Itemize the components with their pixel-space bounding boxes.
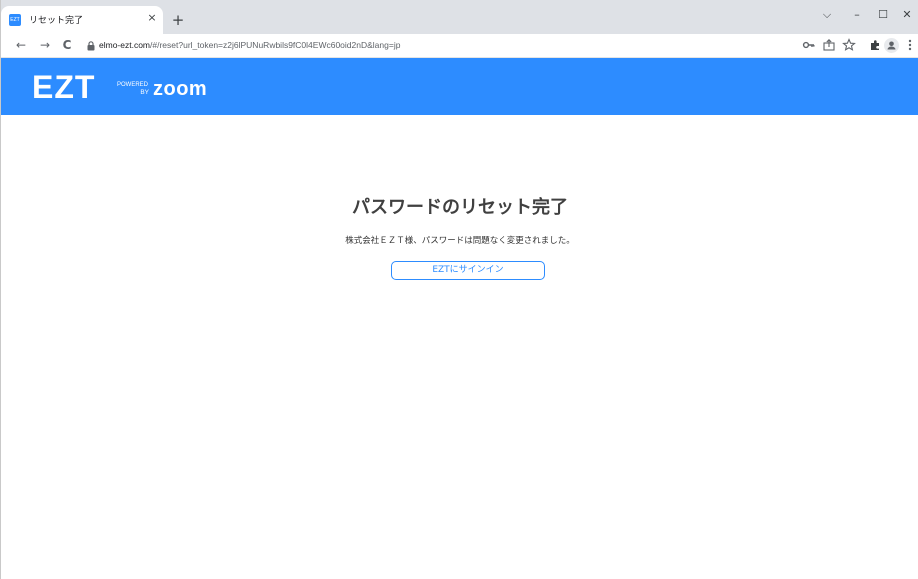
tab-close-icon[interactable]: × xyxy=(145,11,159,25)
key-icon[interactable] xyxy=(801,37,817,53)
tab-strip: EZT リセット完了 × + ⌵ – ☐ ✕ xyxy=(1,0,918,34)
favicon-icon: EZT xyxy=(9,14,21,26)
menu-icon[interactable] xyxy=(905,37,915,53)
forward-button[interactable]: → xyxy=(37,37,53,53)
close-window-button[interactable]: ✕ xyxy=(897,7,917,23)
new-tab-button[interactable]: + xyxy=(169,12,187,30)
signin-button[interactable]: EZTにサインイン xyxy=(391,261,545,280)
powered-text: POWERED xyxy=(117,82,149,88)
lock-icon xyxy=(87,41,95,51)
page-content: EZT POWERED BY zoom パスワードのリセット完了 株式会社ＥＺＴ様… xyxy=(1,58,918,579)
by-text: BY xyxy=(140,89,149,96)
star-icon[interactable] xyxy=(841,37,857,53)
browser-toolbar: ← → C elmo-ezt.com/#/reset?url_token=z2j… xyxy=(1,34,918,58)
share-icon[interactable] xyxy=(821,37,837,53)
ezt-logo[interactable]: EZT xyxy=(32,68,95,106)
tab-title: リセット完了 xyxy=(29,16,84,26)
back-button[interactable]: ← xyxy=(13,37,29,53)
site-header: EZT POWERED BY zoom xyxy=(1,58,918,115)
browser-window: EZT リセット完了 × + ⌵ – ☐ ✕ ← → C elmo-ezt.co… xyxy=(0,0,918,579)
extensions-icon[interactable] xyxy=(867,37,883,53)
minimize-button[interactable]: – xyxy=(847,7,867,23)
page-title: パスワードのリセット完了 xyxy=(352,197,568,218)
powered-by-label: POWERED BY xyxy=(117,82,149,96)
url-host: elmo-ezt.com xyxy=(99,40,151,50)
url-text[interactable]: elmo-ezt.com/#/reset?url_token=z2j6lPUNu… xyxy=(99,40,400,50)
reload-button[interactable]: C xyxy=(59,37,75,53)
zoom-logo: zoom xyxy=(153,78,208,100)
url-path: /#/reset?url_token=z2j6lPUNuRwbils9fC0l4… xyxy=(150,40,401,50)
profile-icon[interactable] xyxy=(884,38,899,53)
tab-search-icon[interactable]: ⌵ xyxy=(817,7,837,23)
address-bar[interactable]: elmo-ezt.com/#/reset?url_token=z2j6lPUNu… xyxy=(85,37,915,55)
tab-active[interactable]: EZT リセット完了 × xyxy=(1,6,163,34)
person-icon xyxy=(887,41,896,50)
maximize-button[interactable]: ☐ xyxy=(873,7,893,23)
success-message: 株式会社ＥＺＴ様、パスワードは問題なく変更されました。 xyxy=(345,236,575,246)
